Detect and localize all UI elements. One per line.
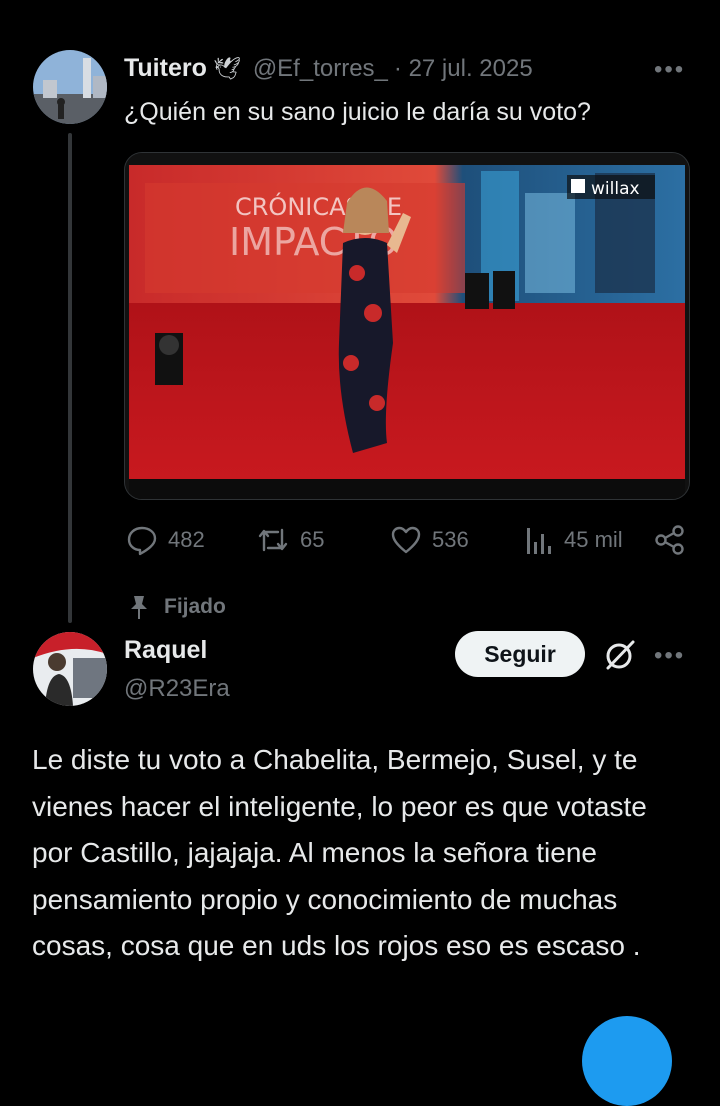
grok-icon[interactable]: [603, 638, 637, 677]
tweet-text: ¿Quién en su sano juicio le daría su vot…: [124, 98, 591, 126]
channel-logo: willax: [591, 179, 640, 199]
views-icon: [527, 528, 551, 554]
share-icon[interactable]: [654, 524, 686, 561]
pinned-indicator: Fijado: [128, 594, 226, 620]
reply-text: Le diste tu voto a Chabelita, Bermejo, S…: [32, 744, 647, 961]
more-icon[interactable]: •••: [654, 56, 685, 84]
pin-icon: [131, 596, 147, 619]
pinned-label: Fijado: [164, 595, 226, 618]
reply-action[interactable]: 482: [126, 524, 205, 556]
like-action[interactable]: 536: [390, 524, 469, 556]
tweet-header: Tuitero 🕊 @Ef_torres_ · 27 jul. 2025: [124, 54, 533, 83]
tv-studio-photo: CRÓNICAS DE IMPACTO willax: [125, 153, 689, 499]
author-handle[interactable]: @Ef_torres_: [253, 55, 388, 83]
dove-emoji: 🕊: [212, 56, 241, 81]
like-count: 536: [432, 527, 469, 552]
views-count: 45 mil: [564, 527, 623, 552]
tweet-media[interactable]: CRÓNICAS DE IMPACTO willax: [124, 152, 690, 500]
more-icon[interactable]: •••: [654, 642, 685, 670]
thread-line: [68, 133, 72, 623]
reply-count: 482: [168, 527, 205, 552]
avatar[interactable]: [33, 632, 107, 706]
tweet-date[interactable]: · 27 jul. 2025: [394, 55, 533, 83]
reply-icon: [127, 526, 157, 556]
repost-count: 65: [300, 527, 325, 552]
like-icon: [391, 526, 421, 554]
reply-author-name[interactable]: Raquel: [124, 636, 207, 665]
follow-button[interactable]: Seguir: [455, 631, 585, 677]
reply-author-handle[interactable]: @R23Era: [124, 675, 230, 703]
views-action[interactable]: 45 mil: [524, 524, 623, 556]
repost-icon: [258, 528, 288, 552]
author-name[interactable]: Tuitero: [124, 54, 207, 83]
avatar[interactable]: [33, 50, 107, 124]
repost-action[interactable]: 65: [256, 524, 324, 556]
compose-fab[interactable]: [582, 1016, 672, 1106]
